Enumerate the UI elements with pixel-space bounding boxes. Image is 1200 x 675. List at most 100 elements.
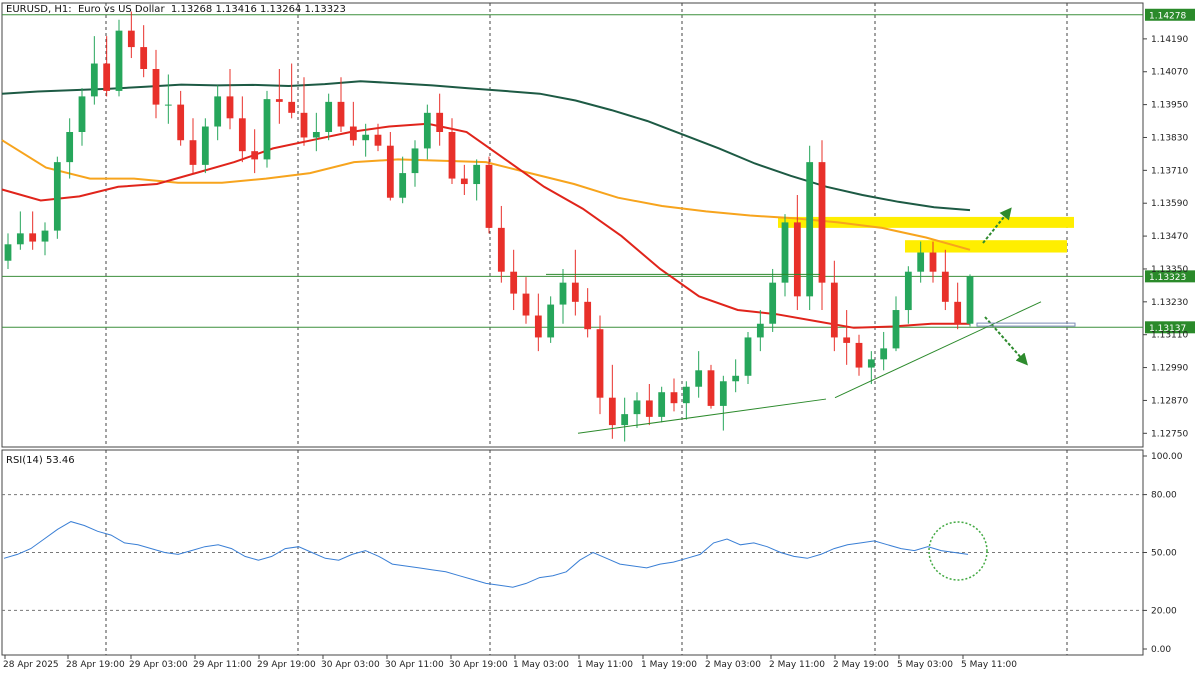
bear-candle: [177, 104, 185, 141]
rsi-title: RSI(14) 53.46: [6, 455, 75, 466]
time-tick-label: 28 Apr 2025: [3, 660, 59, 670]
rsi-line: [3, 521, 969, 588]
bear-candle: [534, 315, 542, 338]
bull-candle: [695, 370, 703, 387]
rsi-panel: 100.00 80.00 50.00 20.00 0.00: [2, 452, 1183, 655]
bear-candle: [288, 101, 296, 113]
time-tick-label: 30 Apr 11:00: [385, 660, 444, 670]
price-tick-label: 1.13830: [1151, 133, 1188, 143]
bear-candle: [584, 301, 592, 330]
time-tick-label: 30 Apr 03:00: [321, 660, 380, 670]
rsi-tick-label: 0.00: [1151, 645, 1171, 655]
price-tick-label: 1.12870: [1151, 396, 1188, 406]
bear-candle: [818, 162, 826, 283]
bear-candle: [189, 140, 197, 165]
bull-candle: [201, 126, 209, 165]
bear-candle: [448, 132, 456, 179]
price-tick-label: 1.12750: [1151, 429, 1188, 439]
bear-candle: [941, 271, 949, 302]
bear-candle: [300, 112, 308, 138]
horizontal-levels[interactable]: 1.142781.133231.13137: [2, 8, 1195, 334]
price-tick-label: 1.13350: [1151, 265, 1188, 275]
bear-candle: [793, 222, 801, 297]
bear-candle: [140, 47, 148, 69]
time-tick-label: 30 Apr 19:00: [449, 660, 508, 670]
bull-candle: [719, 381, 727, 406]
bull-candle: [867, 359, 875, 368]
bear-candle: [152, 69, 160, 105]
bull-candle: [880, 348, 888, 360]
bull-candle: [769, 282, 777, 324]
bear-candle: [349, 126, 357, 141]
bull-candle: [633, 400, 641, 415]
time-tick-label: 2 May 11:00: [769, 660, 825, 670]
time-tick-label: 1 May 11:00: [577, 660, 633, 670]
bear-candle: [596, 329, 604, 398]
bull-candle: [214, 96, 222, 127]
rising-trendline[interactable]: [834, 301, 1042, 399]
bear-candle: [707, 370, 715, 406]
price-tick-label: 1.13710: [1151, 166, 1188, 176]
bear-candle: [670, 392, 678, 404]
bear-candle: [571, 282, 579, 302]
bull-candle: [904, 271, 912, 311]
bull-candle: [892, 310, 900, 349]
bear-candle: [226, 96, 234, 119]
bear-candle: [830, 282, 838, 338]
bull-candle: [966, 276, 974, 324]
bear-candle: [103, 63, 111, 91]
bear-candle: [843, 337, 851, 343]
bull-candle: [756, 323, 764, 338]
bear-candle: [522, 293, 530, 316]
price-axis: 1.14190 1.14070 1.13950 1.13830 1.13710 1.135…: [1143, 35, 1188, 439]
bull-candle: [806, 162, 814, 297]
bull-candle: [66, 132, 74, 163]
bull-candle: [621, 414, 629, 426]
bull-candle: [4, 244, 12, 261]
time-tick-label: 5 May 03:00: [897, 660, 953, 670]
bull-candle: [559, 282, 567, 305]
bear-candle: [460, 178, 468, 185]
time-tick-label: 29 Apr 11:00: [193, 660, 252, 670]
time-axis: 28 Apr 2025 28 Apr 19:00 29 Apr 03:00 29 Ap…: [3, 655, 1017, 670]
bull-candle: [263, 99, 271, 160]
rsi-tick-label: 20.00: [1151, 606, 1177, 616]
bull-candle: [78, 96, 86, 132]
price-level-label: 1.14278: [1149, 11, 1186, 21]
bear-candle: [436, 112, 444, 132]
bear-candle: [855, 342, 863, 368]
bull-candle: [732, 375, 740, 382]
bear-candle: [29, 233, 37, 242]
bull-candle: [53, 162, 61, 231]
bull-candle: [917, 252, 925, 272]
bull-candle: [325, 101, 333, 132]
price-tick-label: 1.13110: [1151, 331, 1188, 341]
bull-candle: [16, 233, 24, 245]
bear-candle: [275, 99, 283, 102]
chart-window: 1.14278 1.13323 1.13137 100.00 80.00 50.00 20…: [0, 0, 1200, 675]
price-tick-label: 1.13230: [1151, 298, 1188, 308]
bull-candle: [744, 337, 752, 376]
time-tick-label: 29 Apr 03:00: [129, 660, 188, 670]
bull-candle: [312, 132, 320, 138]
bull-candle: [411, 148, 419, 174]
rsi-tick-label: 100.00: [1151, 452, 1183, 462]
bear-candle: [497, 227, 505, 272]
bull-candle: [90, 63, 98, 97]
time-tick-label: 2 May 19:00: [833, 660, 889, 670]
chart-title: EURUSD, H1: Euro vs US Dollar 1.13268 1.…: [6, 4, 346, 15]
price-tick-label: 1.12990: [1151, 364, 1188, 374]
bull-candle: [164, 104, 172, 106]
time-tick-label: 5 May 11:00: [961, 660, 1017, 670]
price-chart-canvas[interactable]: 1.142781.133231.13137 100.00 80.00 50.00 20…: [0, 0, 1200, 675]
bull-candle: [115, 30, 123, 91]
annotations: [976, 207, 1076, 366]
time-tick-label: 28 Apr 19:00: [66, 660, 125, 670]
time-tick-label: 29 Apr 19:00: [257, 660, 316, 670]
rsi-tick-label: 80.00: [1151, 491, 1177, 501]
bear-candle: [485, 164, 493, 228]
bull-candle: [781, 222, 789, 283]
bull-candle: [682, 386, 690, 404]
price-tick-label: 1.14190: [1151, 35, 1188, 45]
bull-candle: [41, 230, 49, 242]
